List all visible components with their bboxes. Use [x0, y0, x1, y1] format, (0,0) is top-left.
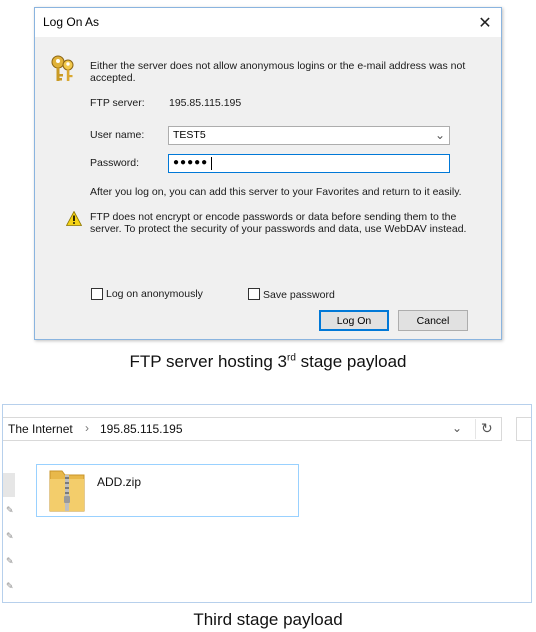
address-divider [475, 419, 476, 439]
chevron-down-icon[interactable]: ⌄ [435, 128, 445, 142]
file-item-add-zip[interactable]: ADD.zip [36, 464, 299, 517]
intro-message: Either the server does not allow anonymo… [90, 60, 466, 84]
warning-icon [66, 211, 82, 226]
breadcrumb-ip[interactable]: 195.85.115.195 [100, 422, 183, 436]
explorer-window: The Internet › 195.85.115.195 ⌄ ↻ ✎ ✎ ✎ … [2, 404, 532, 603]
caption-ftp-server: FTP server hosting 3rd stage payload [0, 352, 536, 372]
text-caret [211, 157, 212, 170]
after-logon-message: After you log on, you can add this serve… [90, 186, 462, 198]
anonymous-label: Log on anonymously [106, 288, 203, 300]
refresh-icon[interactable]: ↻ [481, 420, 493, 437]
anonymous-checkbox[interactable] [91, 288, 103, 300]
keys-icon [51, 55, 74, 81]
username-label: User name: [90, 129, 145, 141]
caption-suffix: stage payload [295, 352, 407, 371]
caption-prefix: FTP server hosting 3 [129, 352, 287, 371]
ftp-server-label: FTP server: [90, 97, 145, 109]
pin-icon: ✎ [6, 531, 14, 541]
caption-third-stage: Third stage payload [193, 610, 343, 629]
dialog-titlebar: Log On As ✕ [35, 8, 501, 37]
save-password-label: Save password [263, 289, 335, 301]
password-field[interactable]: ●●●●● [168, 154, 450, 173]
breadcrumb-root[interactable]: The Internet [8, 422, 73, 436]
cancel-button[interactable]: Cancel [398, 310, 468, 331]
pin-icon: ✎ [6, 581, 14, 591]
nav-pane-selection[interactable] [3, 473, 15, 497]
password-mask: ●●●●● [173, 157, 209, 168]
ftp-server-value: 195.85.115.195 [169, 97, 242, 109]
pin-icon: ✎ [6, 505, 14, 515]
logon-button[interactable]: Log On [319, 310, 389, 331]
address-bar[interactable]: The Internet › 195.85.115.195 ⌄ ↻ [3, 417, 502, 441]
file-name: ADD.zip [97, 475, 142, 489]
caption-superscript: rd [286, 352, 296, 364]
password-label: Password: [90, 157, 140, 169]
search-box[interactable] [516, 417, 531, 441]
chevron-down-icon[interactable]: ⌄ [452, 421, 462, 435]
breadcrumb-separator-icon[interactable]: › [85, 421, 89, 435]
close-icon[interactable]: ✕ [470, 8, 500, 37]
zip-folder-icon [49, 470, 85, 512]
username-combobox[interactable]: TEST5 ⌄ [168, 126, 450, 145]
dialog-title: Log On As [43, 15, 100, 29]
pin-icon: ✎ [6, 556, 14, 566]
username-value: TEST5 [173, 129, 206, 141]
logon-dialog: Log On As ✕ Either the server does not a… [34, 7, 502, 340]
save-password-checkbox[interactable] [248, 288, 260, 300]
security-warning: FTP does not encrypt or encode passwords… [90, 211, 467, 235]
